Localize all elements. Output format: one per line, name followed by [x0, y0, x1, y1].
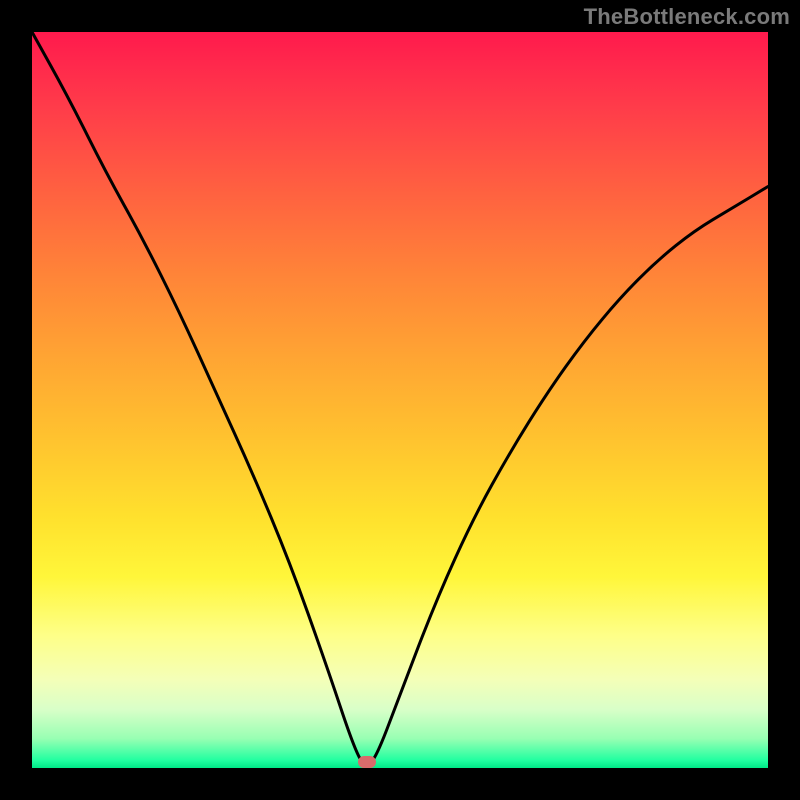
watermark-text: TheBottleneck.com	[584, 4, 790, 30]
minimum-marker	[358, 756, 376, 768]
plot-area	[32, 32, 768, 768]
chart-frame: TheBottleneck.com	[0, 0, 800, 800]
bottleneck-curve	[32, 32, 768, 768]
